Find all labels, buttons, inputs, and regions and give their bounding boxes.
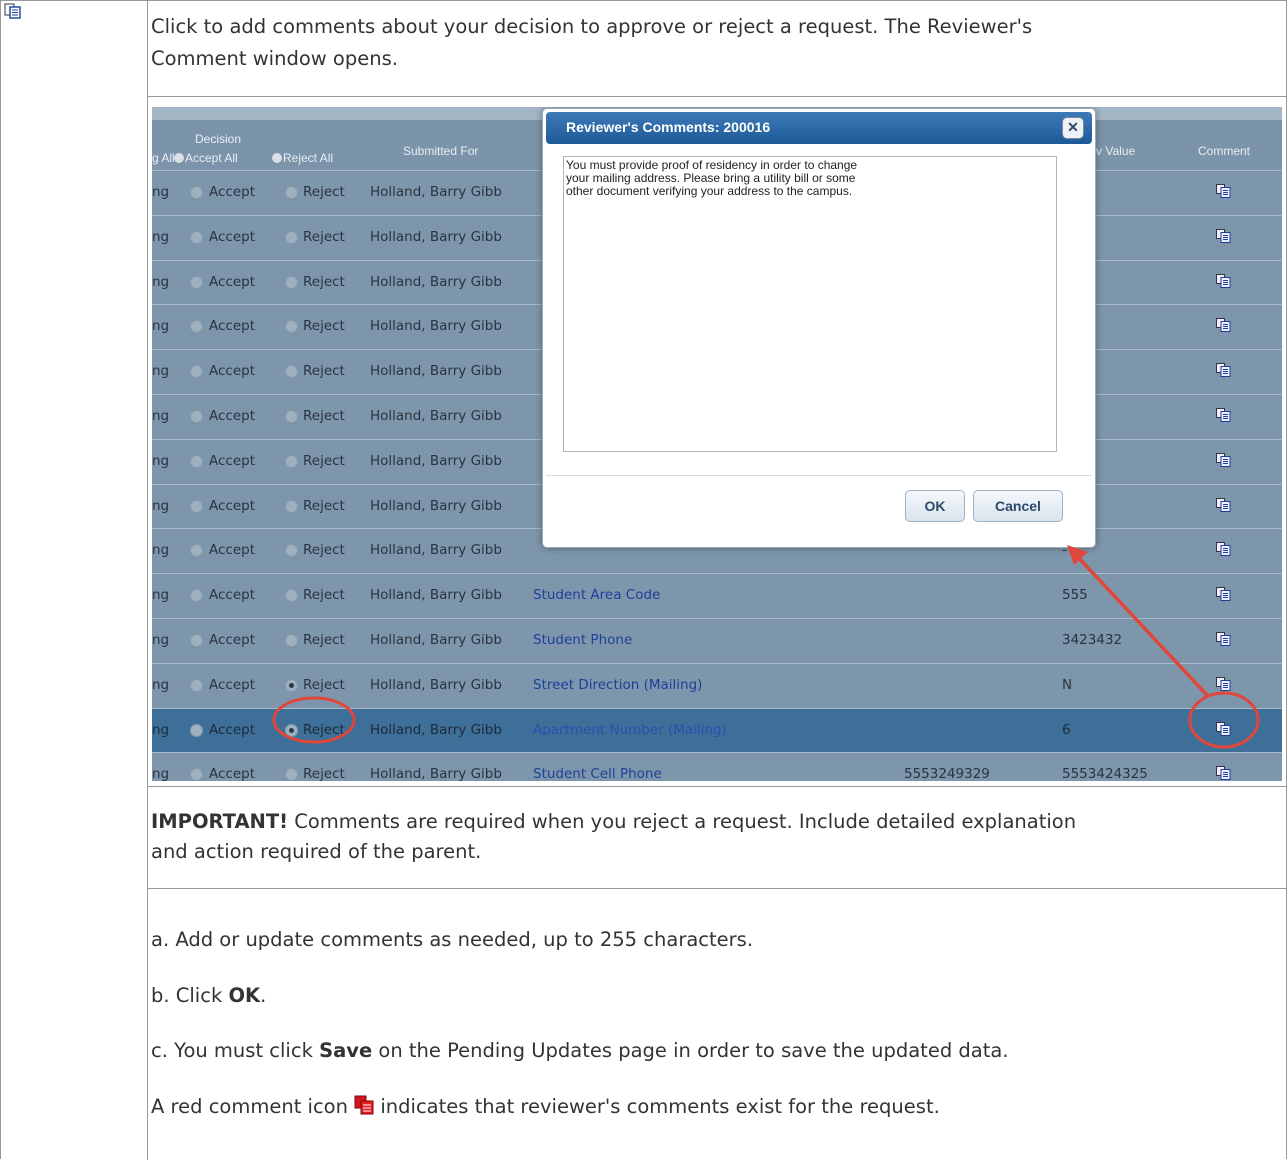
important-line-1: IMPORTANT! Comments are required when yo… xyxy=(151,808,1076,836)
row-divider xyxy=(147,96,1287,97)
step-b-suffix: . xyxy=(260,984,267,1007)
step-a: a. Add or update comments as needed, up … xyxy=(151,928,754,951)
step-c-prefix: c. You must click xyxy=(151,1039,320,1062)
arrow-annotation xyxy=(1073,552,1209,697)
important-line-2: and action required of the parent. xyxy=(151,840,482,863)
intro-line-2: Comment window opens. xyxy=(151,47,398,70)
step-c-bold: Save xyxy=(319,1039,373,1062)
red-comment-icon xyxy=(354,1095,374,1115)
red-note-suffix: indicates that reviewer's comments exist… xyxy=(374,1095,940,1118)
step-b-prefix: b. Click xyxy=(151,984,229,1007)
annotation-overlay xyxy=(272,545,1260,749)
comment-highlight-circle xyxy=(1188,691,1260,749)
pending-updates-screenshot: Decision g All Accept All Reject All Sub… xyxy=(152,107,1282,781)
red-icon-note: A red comment icon indicates that review… xyxy=(151,1093,940,1121)
intro-line-1: Click to add comments about your decisio… xyxy=(151,15,1033,38)
reject-highlight-circle xyxy=(272,696,356,744)
row-divider xyxy=(147,786,1287,787)
step-b: b. Click OK. xyxy=(151,982,266,1010)
important-text: Comments are required when you reject a … xyxy=(288,810,1077,833)
important-label: IMPORTANT! xyxy=(151,810,289,833)
step-c: c. You must click Save on the Pending Up… xyxy=(151,1037,1009,1065)
red-note-prefix: A red comment icon xyxy=(151,1095,355,1118)
step-b-bold: OK xyxy=(228,984,261,1007)
row-divider xyxy=(147,888,1287,889)
column-divider xyxy=(147,0,148,1160)
comment-icon xyxy=(4,3,21,19)
step-c-suffix: on the Pending Updates page in order to … xyxy=(372,1039,1009,1062)
